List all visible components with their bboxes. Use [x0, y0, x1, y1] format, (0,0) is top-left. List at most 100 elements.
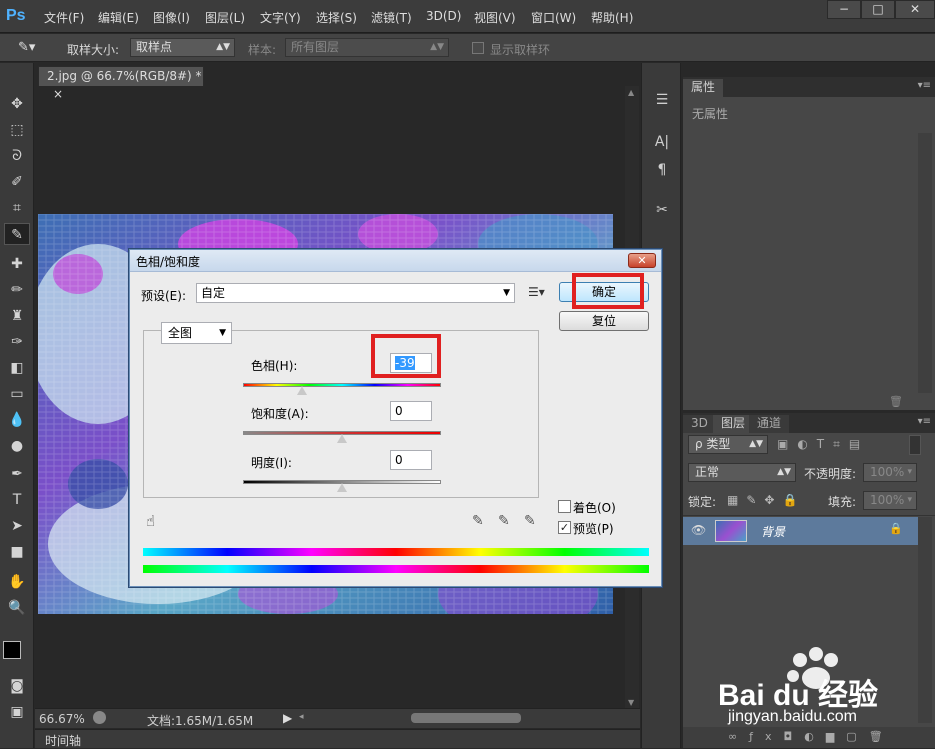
menu-select[interactable]: 选择(S) — [316, 9, 357, 26]
foreground-color-swatch[interactable] — [3, 641, 21, 659]
menu-view[interactable]: 视图(V) — [474, 9, 516, 26]
menu-file[interactable]: 文件(F) — [44, 9, 84, 26]
sample-select[interactable]: 所有图层 ▲▼ — [285, 38, 449, 57]
eraser-tool-icon[interactable]: ◧ — [4, 357, 30, 379]
type-tool-icon[interactable]: T — [4, 489, 30, 511]
document-tab-title: 2.jpg @ 66.7%(RGB/8#) * — [47, 69, 202, 83]
menu-bar: Ps 文件(F) 编辑(E) 图像(I) 图层(L) 文字(Y) 选择(S) 滤… — [0, 0, 935, 33]
menu-layer[interactable]: 图层(L) — [205, 9, 245, 26]
eyedropper-tool-icon[interactable]: ✎▾ — [18, 40, 35, 55]
layer-filter-select[interactable]: ρ 类型 ▲▼ — [688, 435, 768, 454]
blend-mode-select[interactable]: 正常 ▲▼ — [688, 463, 796, 482]
menu-image[interactable]: 图像(I) — [153, 9, 190, 26]
scroll-up-icon[interactable]: ▲ — [628, 88, 634, 97]
character-panel-icon[interactable]: A| — [650, 131, 674, 153]
history-brush-tool-icon[interactable]: ✑ — [4, 331, 30, 353]
tab-properties[interactable]: 属性 — [683, 79, 724, 97]
quick-mask-icon[interactable]: ◙ — [4, 675, 30, 697]
close-window-button[interactable]: ✕ — [895, 0, 935, 19]
tab-layers[interactable]: 图层 — [713, 415, 754, 433]
targeted-adjustment-hand-icon[interactable]: ☝ — [146, 512, 155, 530]
zoom-tool-icon[interactable]: 🔍 — [4, 597, 30, 619]
filter-toggle[interactable] — [909, 435, 921, 455]
panel-menu-icon[interactable]: ▾≡ — [918, 416, 931, 427]
document-tab[interactable]: 2.jpg @ 66.7%(RGB/8#) * × — [38, 66, 204, 101]
saturation-slider-thumb[interactable] — [337, 434, 347, 443]
minimize-button[interactable]: − — [827, 0, 861, 19]
menu-help[interactable]: 帮助(H) — [591, 9, 633, 26]
crop-tool-icon[interactable]: ⌗ — [4, 197, 30, 219]
colorize-checkbox[interactable] — [558, 500, 571, 513]
hscroll-left-icon[interactable]: ◂ — [299, 712, 304, 722]
menu-edit[interactable]: 编辑(E) — [98, 9, 139, 26]
timeline-bar[interactable]: 时间轴 — [35, 729, 640, 748]
dialog-close-button[interactable]: ✕ — [628, 253, 656, 268]
sample-size-select[interactable]: 取样点 ▲▼ — [130, 38, 235, 57]
zoom-level[interactable]: 66.67% — [39, 712, 85, 726]
gradient-tool-icon[interactable]: ▭ — [4, 383, 30, 405]
marquee-tool-icon[interactable]: ⬚ — [4, 119, 30, 141]
blend-mode-value: 正常 — [695, 465, 720, 479]
show-ring-checkbox[interactable] — [472, 42, 484, 54]
maximize-button[interactable]: □ — [861, 0, 895, 19]
scroll-down-icon[interactable]: ▼ — [628, 698, 634, 707]
panel-menu-icon[interactable]: ▾≡ — [918, 80, 931, 91]
input-color-bar — [143, 548, 649, 556]
brush-tool-icon[interactable]: ✏ — [4, 279, 30, 301]
close-tab-icon[interactable]: × — [53, 87, 63, 101]
saturation-input[interactable]: 0 — [390, 401, 432, 421]
hue-slider-track[interactable] — [243, 383, 441, 387]
hand-tool-icon[interactable]: ✋ — [4, 571, 30, 593]
menu-window[interactable]: 窗口(W) — [531, 9, 576, 26]
menu-3d[interactable]: 3D(D) — [426, 9, 461, 23]
eyedropper-icon[interactable]: ✎ — [472, 513, 484, 529]
baidu-watermark: Bai du 经验 jingyan.baidu.com — [718, 640, 933, 740]
layer-row-background[interactable]: 👁 背景 🔒 — [683, 517, 918, 545]
hue-slider-thumb[interactable] — [297, 386, 308, 395]
layer-filter-icons[interactable]: ▣◐T⌗▤ — [777, 437, 869, 452]
eyedropper-tool-icon[interactable]: ✎ — [4, 223, 30, 245]
dodge-tool-icon[interactable]: ● — [4, 435, 30, 457]
path-select-tool-icon[interactable]: ➤ — [4, 515, 30, 537]
properties-scrollbar[interactable] — [918, 133, 932, 393]
pen-tool-icon[interactable]: ✒ — [4, 463, 30, 485]
eyedropper-minus-icon[interactable]: ✎ — [524, 513, 536, 529]
trash-icon[interactable]: 🗑 — [889, 395, 903, 408]
eye-icon[interactable]: 👁 — [691, 523, 706, 537]
menu-type[interactable]: 文字(Y) — [260, 9, 301, 26]
saturation-value: 0 — [395, 404, 403, 418]
preset-options-icon[interactable]: ☰▾ — [528, 285, 545, 299]
tab-3d[interactable]: 3D — [683, 415, 716, 433]
blur-tool-icon[interactable]: 💧 — [4, 409, 30, 431]
menu-filter[interactable]: 滤镜(T) — [371, 9, 412, 26]
healing-brush-tool-icon[interactable]: ✚ — [4, 253, 30, 275]
eyedropper-plus-icon[interactable]: ✎ — [498, 513, 510, 529]
lightness-slider-thumb[interactable] — [337, 483, 347, 492]
opacity-value: 100% — [870, 465, 905, 479]
opacity-input[interactable]: 100% ▾ — [863, 463, 917, 482]
status-menu-arrow-icon[interactable]: ▶ — [283, 711, 292, 725]
lightness-input[interactable]: 0 — [390, 450, 432, 470]
channel-select[interactable]: 全图 ▼ — [161, 322, 232, 344]
fill-input[interactable]: 100% ▾ — [863, 491, 917, 510]
lasso-tool-icon[interactable]: ᘐ — [4, 145, 30, 167]
status-info-icon[interactable] — [93, 711, 106, 724]
shape-tool-icon[interactable]: ■ — [4, 541, 30, 563]
opacity-label: 不透明度: — [804, 467, 857, 481]
tool-presets-icon[interactable]: ✂ — [650, 199, 674, 221]
lock-icon: 🔒 — [889, 522, 903, 535]
preview-checkbox[interactable]: ✓ — [558, 521, 571, 534]
hue-label: 色相(H): — [251, 359, 298, 373]
move-tool-icon[interactable]: ✥ — [4, 93, 30, 115]
quick-select-tool-icon[interactable]: ✐ — [4, 171, 30, 193]
lock-options-icons[interactable]: ▦✎✥🔒 — [727, 493, 805, 507]
tab-channels[interactable]: 通道 — [749, 415, 790, 433]
stamp-tool-icon[interactable]: ♜ — [4, 305, 30, 327]
dialog-titlebar[interactable]: 色相/饱和度 ✕ — [130, 250, 661, 272]
history-panel-icon[interactable]: ☰ — [650, 89, 674, 111]
paragraph-panel-icon[interactable]: ¶ — [650, 159, 674, 181]
horizontal-scrollbar[interactable] — [411, 713, 521, 723]
preset-select[interactable]: 自定 ▼ — [196, 283, 515, 303]
screen-mode-icon[interactable]: ▣ — [4, 701, 30, 723]
reset-button[interactable]: 复位 — [559, 311, 649, 331]
